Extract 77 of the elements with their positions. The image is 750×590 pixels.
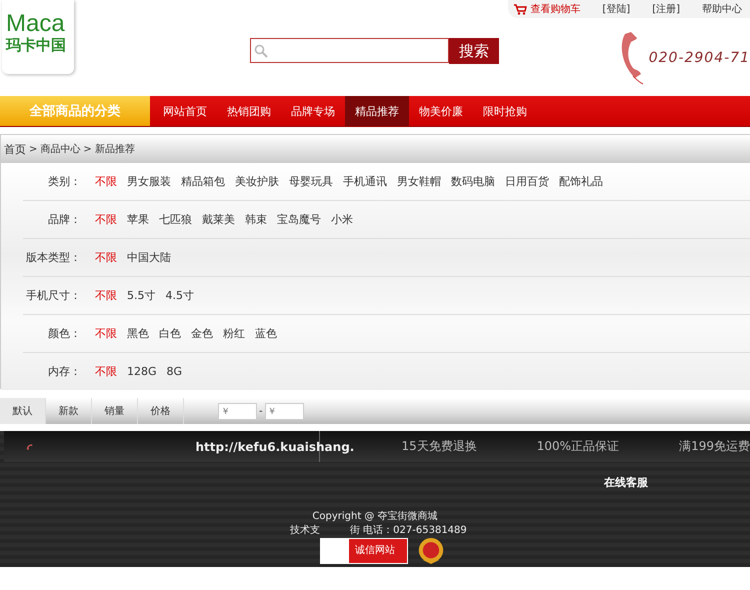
range-separator: - [259, 406, 263, 416]
emblem-icon [418, 537, 444, 565]
filter-option[interactable]: 手机通讯 [343, 174, 387, 189]
filter-option[interactable]: 不限 [95, 174, 117, 189]
logo-text: 玛卡中国 [6, 36, 66, 54]
filter-option[interactable]: 中国大陆 [127, 250, 171, 265]
price-max-field[interactable]: ￥ [264, 402, 304, 420]
filter-option[interactable]: 4.5寸 [166, 288, 194, 303]
sort-tab[interactable]: 默认 [0, 398, 46, 424]
filter-option[interactable]: 精品箱包 [181, 174, 225, 189]
sort-tab[interactable]: 销量 [92, 398, 138, 424]
filter-option[interactable]: 不限 [95, 364, 117, 379]
filter-option[interactable]: 粉红 [223, 326, 245, 341]
search-field[interactable] [250, 38, 449, 63]
top-link[interactable]: [登陆] [602, 2, 630, 16]
breadcrumb-separator: > [83, 144, 92, 154]
filter-option[interactable]: 蓝色 [255, 326, 277, 341]
filter-option[interactable]: 男女服装 [127, 174, 171, 189]
logo-text: Maca [6, 12, 65, 36]
search-button[interactable]: 搜索 [449, 38, 499, 64]
filter-option[interactable]: 美妆护肤 [235, 174, 279, 189]
support-text: 街 电话：027-65381489 [350, 524, 467, 537]
filter-option[interactable]: 数码电脑 [451, 174, 495, 189]
nav-tab[interactable]: 精品推荐 [345, 96, 409, 126]
service-link[interactable]: http://kefu6.kuaishang. [196, 440, 354, 454]
filter-option[interactable]: 不限 [95, 326, 117, 341]
top-link[interactable]: [注册] [652, 2, 680, 16]
nav-tab[interactable]: 热销团购 [217, 96, 281, 126]
guarantee-text: 100%正品保证 [536, 438, 620, 455]
top-link[interactable]: 帮助中心 [702, 2, 742, 16]
search-icon [254, 44, 268, 58]
guarantee-text: 满199免运费 [679, 438, 750, 455]
filter-option[interactable]: 宝岛魔号 [277, 212, 321, 227]
filter-label: 品牌： [47, 212, 81, 227]
filter-option[interactable]: 白色 [159, 326, 181, 341]
filter-label: 版本类型： [25, 250, 81, 265]
filter-option[interactable]: 黑色 [127, 326, 149, 341]
filter-option[interactable]: 5.5寸 [127, 288, 156, 303]
filter-option[interactable]: 配饰礼品 [559, 174, 603, 189]
breadcrumb-link[interactable]: 首页 [4, 142, 26, 156]
breadcrumb-separator: > [29, 144, 38, 154]
support-text: 技术支 [290, 524, 320, 537]
filter-option[interactable]: 8G [166, 365, 182, 378]
hotline-number: 020-2904-71 [648, 50, 750, 66]
filter-option[interactable]: 不限 [95, 250, 117, 265]
filter-label: 类别： [47, 174, 81, 189]
filter-option[interactable]: 戴莱美 [202, 212, 235, 227]
guarantee-text: 15天免费退换 [402, 438, 477, 455]
breadcrumb-link[interactable]: 商品中心 [40, 142, 80, 156]
filter-option[interactable]: 不限 [95, 212, 117, 227]
filter-option[interactable]: 男女鞋帽 [397, 174, 441, 189]
breadcrumb-link[interactable]: 新品推荐 [94, 142, 135, 156]
filter-option[interactable]: 日用百货 [505, 174, 549, 189]
sort-tab[interactable]: 价格 [138, 398, 184, 424]
cart-icon [514, 4, 528, 14]
cart-link[interactable]: 查看购物车 [514, 2, 580, 16]
site-logo[interactable]: Maca 玛卡中国 [2, 0, 74, 74]
online-service-label[interactable]: 在线客服 [604, 475, 648, 490]
nav-tab[interactable]: 品牌专场 [281, 96, 345, 126]
filter-option[interactable]: 母婴玩具 [289, 174, 333, 189]
trust-badge[interactable]: 诚信网站 [320, 538, 408, 564]
filter-option[interactable]: 金色 [191, 326, 213, 341]
filter-option[interactable]: 小米 [331, 212, 353, 227]
filter-option[interactable]: 七匹狼 [159, 212, 192, 227]
filter-label: 手机尺寸： [25, 288, 81, 303]
filter-option[interactable]: 韩束 [245, 212, 267, 227]
filter-label: 颜色： [47, 326, 81, 341]
price-min-field[interactable]: ￥ [218, 402, 257, 420]
filter-option[interactable]: 苹果 [127, 212, 149, 227]
copyright-text: Copyright @ 夺宝街微商城 [311, 510, 439, 523]
filter-label: 内存： [47, 364, 81, 379]
filter-option[interactable]: 不限 [95, 288, 117, 303]
nav-tab[interactable]: 限时抢购 [473, 96, 537, 126]
filter-option[interactable]: 128G [127, 365, 157, 378]
nav-tab[interactable]: 网站首页 [153, 96, 217, 126]
nav-tab[interactable]: 物美价廉 [409, 96, 473, 126]
sort-tab[interactable]: 新款 [46, 398, 92, 424]
